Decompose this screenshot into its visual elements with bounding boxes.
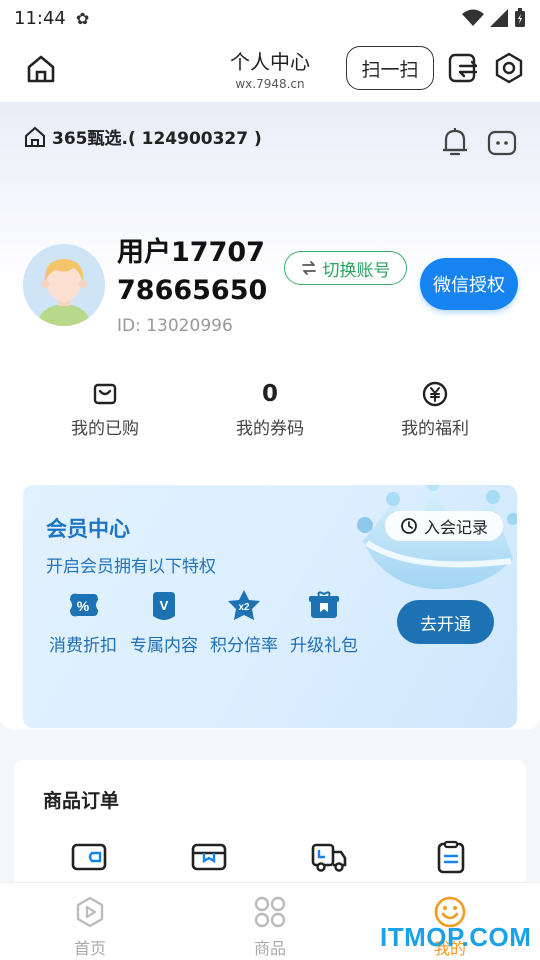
user-id: ID: 13020996 [117,316,233,336]
stat-label: 我的已购 [71,419,139,439]
stat-benefits[interactable]: 我的福利 [375,380,495,439]
switch-account-label: 切换账号 [322,260,391,281]
tab-products[interactable]: 商品 [230,895,310,959]
stat-label: 我的券码 [236,419,304,439]
system-icons [462,8,526,28]
shop-name: 365甄选.( 124900327 ) [52,129,262,149]
truck-icon[interactable] [310,840,348,874]
perk-label: 消费折扣 [49,636,117,656]
tab-label: 商品 [253,939,286,958]
bag-icon [93,383,117,405]
grid-icon [254,896,286,928]
avatar-illustration [23,244,105,326]
member-subtitle: 开启会员拥有以下特权 [46,557,216,577]
paw-icon: ✿ [75,8,90,28]
orders-title: 商品订单 [43,790,120,812]
message-button[interactable] [486,128,518,158]
home-icon [27,55,55,83]
signal-icon [490,9,508,27]
bell-icon [443,128,467,156]
watermark-logo: ITMOP.COM [380,922,532,952]
scan-button[interactable]: 扫一扫 [346,46,434,90]
svg-text:%: % [77,598,90,614]
svg-text:x2: x2 [238,602,250,613]
discount-icon: % [70,593,98,617]
page-subtitle: wx.7948.cn [235,77,305,91]
settings-button[interactable] [492,51,526,85]
vip-content-icon: V [153,592,175,620]
perk-item[interactable]: V 专属内容 [124,585,204,656]
username: 用户1770778665650 [117,237,268,306]
app-header: 个人中心 wx.7948.cn 扫一扫 [0,36,540,102]
shop-name-row[interactable]: 365甄选.( 124900327 ) [24,124,262,149]
wechat-auth-button[interactable]: 微信授权 [420,258,518,310]
history-icon [401,518,417,534]
perk-label: 升级礼包 [290,636,358,656]
status-time: 11:44 [14,7,66,29]
avatar[interactable] [23,244,105,326]
member-title: 会员中心 [46,517,130,541]
membership-record-label: 入会记录 [423,518,488,537]
open-membership-button[interactable]: 去开通 [397,600,494,644]
member-center-card[interactable]: 会员中心 开启会员拥有以下特权 % 消费折扣 V 专属内容 x2 积分倍率 升级… [23,485,517,728]
play-icon [76,896,104,928]
swap-arrows-icon [301,261,316,275]
status-bar: 11:44 ✿ [0,0,540,36]
stat-value: 0 [261,381,278,407]
wifi-icon [462,9,484,26]
perk-label: 积分倍率 [210,636,278,656]
svg-text:V: V [160,598,169,613]
swap-button[interactable] [446,51,480,85]
box-icon[interactable] [190,840,228,874]
battery-icon [515,8,525,27]
perk-label: 专属内容 [130,636,198,656]
page-title-block: 个人中心 wx.7948.cn [200,46,340,91]
swap-icon [448,53,478,83]
crown-illustration [357,485,517,590]
perk-item[interactable]: % 消费折扣 [43,585,123,656]
tab-home[interactable]: 首页 [50,895,130,959]
tab-label: 首页 [73,939,106,958]
switch-account-button[interactable]: 切换账号 [284,251,407,285]
chat-icon [487,130,517,156]
page-title: 个人中心 [230,50,310,74]
perk-item[interactable]: x2 积分倍率 [204,585,284,656]
home-button[interactable] [22,50,60,88]
stat-purchased[interactable]: 我的已购 [45,380,165,439]
yen-icon [422,381,448,407]
gear-icon [495,52,523,84]
wallet-icon[interactable] [70,840,108,874]
stat-coupons[interactable]: 0 我的券码 [210,380,330,439]
notification-button[interactable] [440,126,470,158]
stat-label: 我的福利 [401,419,469,439]
perk-item[interactable]: 升级礼包 [284,585,364,656]
clipboard-icon[interactable] [432,840,470,874]
membership-record-button[interactable]: 入会记录 [385,511,503,541]
store-icon [25,126,45,147]
points-multiplier-icon: x2 [228,590,260,620]
gift-icon [309,591,339,618]
